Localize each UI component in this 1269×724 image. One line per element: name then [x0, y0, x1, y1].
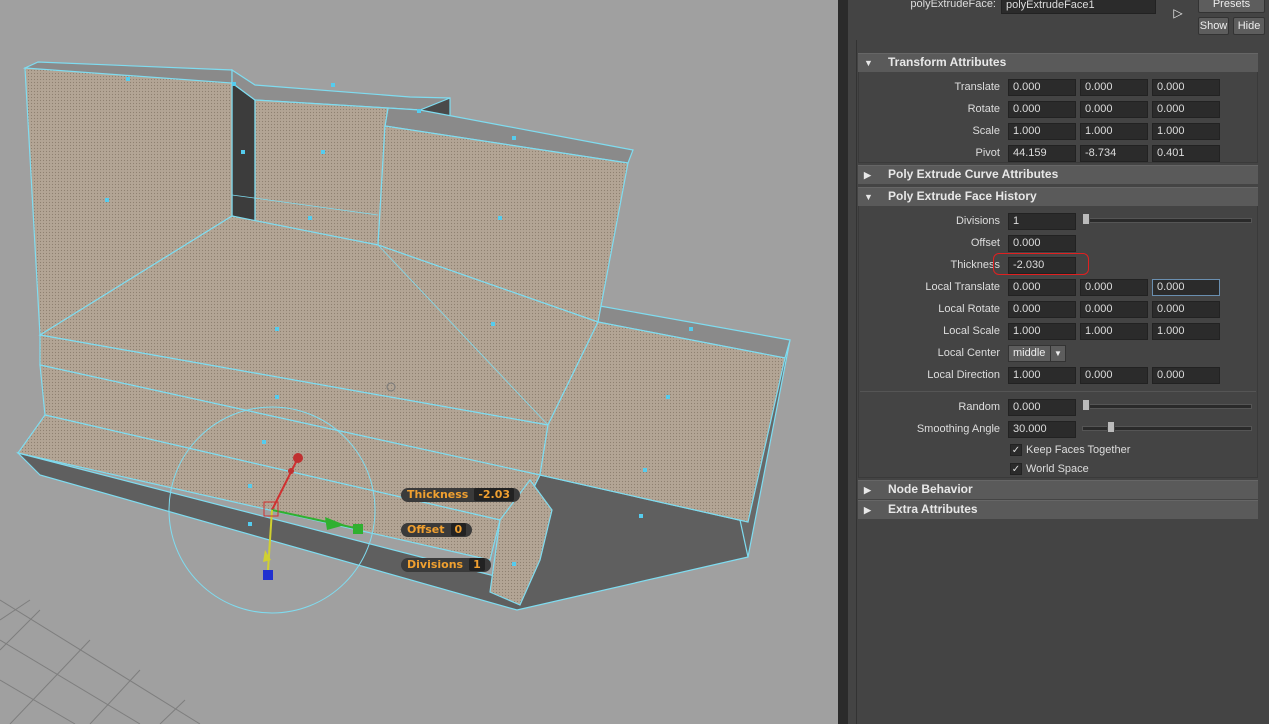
divisions-field[interactable]: 1 — [1008, 213, 1076, 230]
local-scale-y-field[interactable]: 1.000 — [1080, 323, 1148, 340]
section-extra-attributes[interactable]: ▶ Extra Attributes — [858, 500, 1258, 519]
attribute-editor: polyExtrudeFace: polyExtrudeFace1 ▷ Pres… — [848, 0, 1269, 724]
rotate-z-field[interactable]: 0.000 — [1152, 101, 1220, 118]
translate-label: Translate — [954, 81, 1000, 93]
chevron-down-icon: ▼ — [1050, 346, 1065, 361]
local-rotate-y-field[interactable]: 0.000 — [1080, 301, 1148, 318]
section-title: Node Behavior — [888, 482, 973, 496]
local-scale-label: Local Scale — [943, 325, 1000, 337]
section-title: Transform Attributes — [888, 55, 1007, 69]
section-title: Poly Extrude Curve Attributes — [888, 167, 1059, 181]
translate-y-field[interactable]: 0.000 — [1080, 79, 1148, 96]
world-space-checkbox[interactable]: ✓ — [1010, 463, 1022, 475]
thickness-label: Thickness — [950, 259, 1000, 271]
collapse-arrow-icon: ▼ — [864, 58, 873, 68]
keep-faces-together-label: Keep Faces Together — [1026, 444, 1131, 456]
translate-x-field[interactable]: 0.000 — [1008, 79, 1076, 96]
local-center-label: Local Center — [937, 347, 1000, 359]
smoothing-angle-field[interactable]: 30.000 — [1008, 421, 1076, 438]
local-translate-y-field[interactable]: 0.000 — [1080, 279, 1148, 296]
section-title: Extra Attributes — [888, 502, 978, 516]
hud-divisions-label: Divisions — [407, 558, 464, 571]
section-curve-attributes[interactable]: ▶ Poly Extrude Curve Attributes — [858, 165, 1258, 184]
rotate-y-field[interactable]: 0.000 — [1080, 101, 1148, 118]
node-name-label: polyExtrudeFace: — [910, 0, 996, 10]
show-button[interactable]: Show — [1198, 17, 1229, 35]
expand-arrow-icon: ▶ — [864, 170, 871, 180]
local-translate-z-field[interactable]: 0.000 — [1152, 279, 1220, 296]
ground-grid — [0, 599, 201, 724]
hud-thickness[interactable]: Thickness -2.03 — [401, 488, 521, 502]
node-name-field[interactable]: polyExtrudeFace1 — [1001, 0, 1156, 14]
section-title: Poly Extrude Face History — [888, 189, 1037, 203]
pivot-z-field[interactable]: 0.401 — [1152, 145, 1220, 162]
hud-offset[interactable]: Offset 0 — [401, 523, 473, 537]
scale-z-field[interactable]: 1.000 — [1152, 123, 1220, 140]
rotate-label: Rotate — [967, 103, 1000, 115]
pivot-y-field[interactable]: -8.734 — [1080, 145, 1148, 162]
scale-x-field[interactable]: 1.000 — [1008, 123, 1076, 140]
translate-z-field[interactable]: 0.000 — [1152, 79, 1220, 96]
checkmark-icon: ✓ — [1011, 445, 1021, 456]
hide-button[interactable]: Hide — [1233, 17, 1265, 35]
offset-label: Offset — [970, 237, 1000, 249]
annotation-highlight — [993, 253, 1089, 275]
section-transform-attributes[interactable]: ▼ Transform Attributes — [858, 53, 1258, 72]
pivot-x-field[interactable]: 44.159 — [1008, 145, 1076, 162]
local-rotate-x-field[interactable]: 0.000 — [1008, 301, 1076, 318]
scale-y-field[interactable]: 1.000 — [1080, 123, 1148, 140]
scale-label: Scale — [972, 125, 1000, 137]
viewport[interactable]: Thickness -2.03 Offset 0 Divisions 1 — [0, 0, 838, 724]
focus-button[interactable]: ▷ — [1170, 5, 1186, 21]
random-slider-knob[interactable] — [1082, 399, 1090, 411]
presets-button[interactable]: Presets — [1198, 0, 1265, 13]
keep-faces-together-checkbox[interactable]: ✓ — [1010, 444, 1022, 456]
local-direction-z-field[interactable]: 0.000 — [1152, 367, 1220, 384]
local-rotate-z-field[interactable]: 0.000 — [1152, 301, 1220, 318]
local-direction-y-field[interactable]: 0.000 — [1080, 367, 1148, 384]
smoothing-angle-slider-knob[interactable] — [1107, 421, 1115, 433]
scene[interactable] — [0, 0, 838, 724]
hud-divisions-value[interactable]: 1 — [469, 558, 485, 571]
hud-offset-value[interactable]: 0 — [450, 523, 467, 536]
hud-divisions[interactable]: Divisions 1 — [401, 558, 491, 572]
local-scale-z-field[interactable]: 1.000 — [1152, 323, 1220, 340]
local-direction-label: Local Direction — [927, 369, 1000, 381]
world-space-label: World Space — [1026, 463, 1089, 475]
panel-divider[interactable] — [838, 0, 848, 724]
panel-left-border — [856, 40, 857, 724]
focus-icon: ▷ — [1173, 6, 1183, 20]
local-rotate-label: Local Rotate — [938, 303, 1000, 315]
mesh-face — [254, 99, 389, 246]
random-slider[interactable] — [1082, 404, 1252, 409]
local-translate-label: Local Translate — [925, 281, 1000, 293]
separator — [860, 391, 1256, 392]
divisions-slider[interactable] — [1082, 218, 1252, 223]
section-node-behavior[interactable]: ▶ Node Behavior — [858, 480, 1258, 499]
smoothing-angle-label: Smoothing Angle — [916, 423, 1000, 435]
divisions-label: Divisions — [955, 215, 1000, 227]
random-label: Random — [958, 401, 1000, 413]
collapse-arrow-icon: ▼ — [864, 192, 873, 202]
checkmark-icon: ✓ — [1011, 464, 1021, 475]
offset-field[interactable]: 0.000 — [1008, 235, 1076, 252]
local-center-dropdown[interactable]: middle ▼ — [1008, 345, 1066, 362]
pivot-label: Pivot — [975, 147, 1000, 159]
local-direction-x-field[interactable]: 1.000 — [1008, 367, 1076, 384]
section-face-history[interactable]: ▼ Poly Extrude Face History — [858, 187, 1258, 206]
hud-offset-label: Offset — [407, 523, 445, 536]
expand-arrow-icon: ▶ — [864, 505, 871, 515]
random-field[interactable]: 0.000 — [1008, 399, 1076, 416]
expand-arrow-icon: ▶ — [864, 485, 871, 495]
rotate-x-field[interactable]: 0.000 — [1008, 101, 1076, 118]
local-scale-x-field[interactable]: 1.000 — [1008, 323, 1076, 340]
local-translate-x-field[interactable]: 0.000 — [1008, 279, 1076, 296]
local-center-value: middle — [1013, 347, 1046, 359]
hud-thickness-value[interactable]: -2.03 — [474, 488, 515, 501]
hud-thickness-label: Thickness — [407, 488, 469, 501]
divisions-slider-knob[interactable] — [1082, 213, 1090, 225]
